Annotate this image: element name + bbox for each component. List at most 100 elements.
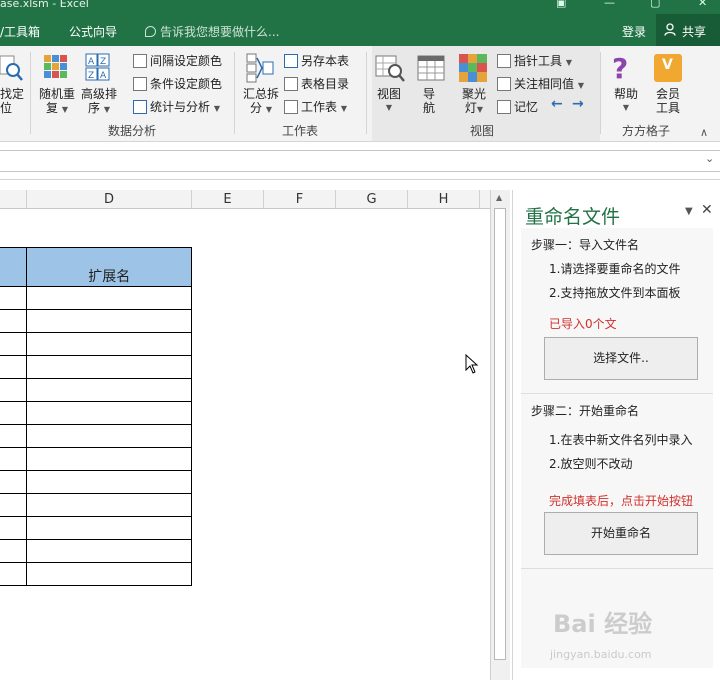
table-cell[interactable] xyxy=(0,447,28,471)
column-header-f[interactable]: F xyxy=(264,190,336,209)
table-cell[interactable] xyxy=(0,424,28,448)
table-cell[interactable] xyxy=(26,332,192,356)
collapse-ribbon-icon[interactable]: ∧ xyxy=(700,126,708,139)
table-row xyxy=(0,378,192,402)
table-cell[interactable] xyxy=(0,493,28,517)
pane-content: 步骤一：导入文件名 1.请选择要重命名的文件 2.支持拖放文件到本面板 已导入0… xyxy=(521,228,713,668)
column-header-c[interactable] xyxy=(0,190,27,209)
worksheet-button[interactable]: 工作表 ▼ xyxy=(284,98,347,115)
member-tools-icon: V xyxy=(654,54,682,82)
navigation-button[interactable]: 导 航 xyxy=(423,87,435,115)
arrow-right-icon[interactable]: → xyxy=(572,96,584,112)
table-row xyxy=(0,562,192,586)
close-window-icon[interactable]: ✕ xyxy=(698,0,707,9)
save-sheet-as-label: 另存本表 xyxy=(301,54,350,68)
table-cell[interactable] xyxy=(0,562,28,586)
table-cell[interactable] xyxy=(26,493,192,517)
select-files-button[interactable]: 选择文件.. xyxy=(544,337,698,380)
table-cell[interactable] xyxy=(26,355,192,379)
ribbon-display-icon[interactable]: ▣ xyxy=(556,0,566,9)
group-label-ffgz: 方方格子 xyxy=(622,124,671,138)
share-label: 共享 xyxy=(682,25,707,39)
table-cell[interactable] xyxy=(0,355,28,379)
column-header-g[interactable]: G xyxy=(336,190,408,209)
random-repeat-label-2: 复 xyxy=(46,101,59,115)
table-cell[interactable] xyxy=(26,539,192,563)
table-cell[interactable] xyxy=(26,378,192,402)
table-cell[interactable] xyxy=(26,562,192,586)
chevron-down-icon: ▼ xyxy=(61,105,68,114)
column-header-e[interactable]: E xyxy=(192,190,264,209)
table-cell[interactable] xyxy=(0,286,28,310)
formula-input[interactable] xyxy=(0,150,720,172)
memory-button[interactable]: 记忆 xyxy=(497,98,538,115)
login-link[interactable]: 登录 xyxy=(622,23,646,40)
table-cell[interactable] xyxy=(0,516,28,540)
step2-title: 步骤二：开始重命名 xyxy=(531,404,640,418)
table-cell[interactable] xyxy=(0,539,28,563)
scroll-up-icon[interactable]: ▲ xyxy=(496,193,502,202)
summary-split-label-2: 分 xyxy=(250,101,263,115)
tell-me-search[interactable]: 告诉我您想要做什么... xyxy=(145,23,279,40)
find-locate-label-1: 找定 xyxy=(0,87,25,101)
vertical-scrollbar[interactable]: ▲ xyxy=(490,190,510,680)
find-locate-button[interactable]: 找定 位 xyxy=(0,87,24,115)
member-tools-label-1: 会员 xyxy=(656,87,681,101)
view-label: 视图 xyxy=(376,87,401,101)
group-label-worksheet: 工作表 xyxy=(282,124,319,138)
condition-color-button[interactable]: 条件设定颜色 xyxy=(133,75,222,92)
advanced-sort-button[interactable]: 高级排 序 ▼ xyxy=(78,87,120,117)
spotlight-label-2: 灯 xyxy=(464,101,477,115)
column-header-d[interactable]: D xyxy=(27,190,192,209)
member-tools-button[interactable]: 会员 工具 xyxy=(656,87,680,115)
title-bar: ase.xlsm - Excel ▣ — ▢ ✕ xyxy=(0,0,720,14)
arrow-left-icon[interactable]: ← xyxy=(551,96,563,112)
summary-split-button[interactable]: 汇总拆 分 ▼ xyxy=(240,87,282,117)
table-cell[interactable] xyxy=(26,286,192,310)
pane-options-icon[interactable]: ▼ xyxy=(685,206,693,217)
table-cell[interactable] xyxy=(0,470,28,494)
share-button[interactable]: 共享 xyxy=(656,14,720,46)
table-cell[interactable] xyxy=(26,401,192,425)
advanced-sort-label-1: 高级排 xyxy=(80,87,117,101)
focus-same-icon xyxy=(497,77,511,91)
focus-same-value-button[interactable]: 关注相同值 ▼ xyxy=(497,75,584,92)
table-cell[interactable] xyxy=(26,447,192,471)
tab-toolbox[interactable]: /工具箱 xyxy=(0,23,40,40)
minimize-icon[interactable]: — xyxy=(604,0,615,9)
stats-analysis-button[interactable]: 统计与分析 ▼ xyxy=(133,98,220,115)
person-icon xyxy=(664,23,676,36)
expand-formula-icon[interactable]: ⌄ xyxy=(705,152,714,165)
table-of-contents-icon xyxy=(284,77,298,91)
maximize-icon[interactable]: ▢ xyxy=(650,0,660,9)
table-header-ext[interactable]: 扩展名 xyxy=(26,247,192,287)
summary-split-icon xyxy=(246,53,274,83)
table-cell[interactable] xyxy=(26,470,192,494)
tab-formula-wizard[interactable]: 公式向导 xyxy=(69,23,117,40)
pointer-tool-button[interactable]: 指针工具 ▼ xyxy=(497,52,572,69)
table-header-cell-c[interactable] xyxy=(0,247,28,287)
column-headers: D E F G H xyxy=(0,190,490,209)
column-header-h[interactable]: H xyxy=(408,190,480,209)
save-sheet-as-button[interactable]: 另存本表 xyxy=(284,52,349,69)
table-cell[interactable] xyxy=(0,332,28,356)
table-cell[interactable] xyxy=(0,378,28,402)
view-button[interactable]: 视图 ▼ xyxy=(374,87,404,115)
stats-analysis-label: 统计与分析 xyxy=(150,100,211,114)
table-cell[interactable] xyxy=(26,309,192,333)
svg-text:Z: Z xyxy=(100,57,106,67)
table-cell[interactable] xyxy=(0,309,28,333)
help-button[interactable]: 帮助 ▼ xyxy=(612,87,640,115)
random-repeat-button[interactable]: 随机重 复 ▼ xyxy=(38,87,76,117)
interval-color-button[interactable]: 间隔设定颜色 xyxy=(133,52,222,69)
table-cell[interactable] xyxy=(0,401,28,425)
sheet-toc-button[interactable]: 表格目录 xyxy=(284,75,349,92)
table-cell[interactable] xyxy=(26,424,192,448)
start-rename-button[interactable]: 开始重命名 xyxy=(544,512,698,555)
pointer-tool-label: 指针工具 xyxy=(514,54,563,68)
table-cell[interactable] xyxy=(26,516,192,540)
spotlight-button[interactable]: 聚光 灯▼ xyxy=(459,87,489,117)
scrollbar-thumb[interactable] xyxy=(494,208,506,660)
close-icon[interactable]: ✕ xyxy=(701,202,713,218)
memory-label: 记忆 xyxy=(514,100,539,114)
